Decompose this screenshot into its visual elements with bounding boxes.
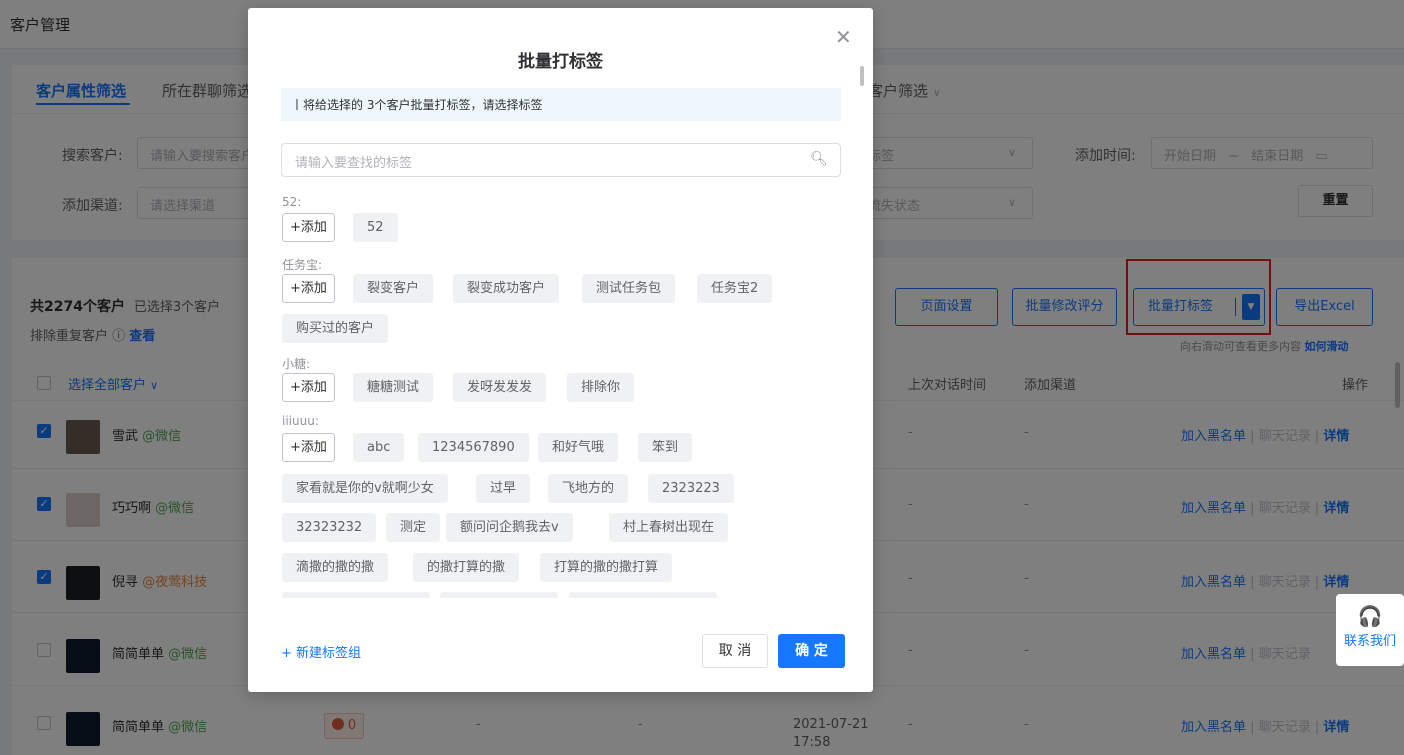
cancel-button[interactable]: 取 消	[702, 634, 768, 668]
tag-group-label: 任务宝:	[282, 258, 323, 272]
tag-chip[interactable]: 家看就是你的v就啊少女	[282, 474, 448, 503]
tag-chip[interactable]: 1234567890	[418, 433, 529, 462]
confirm-button[interactable]: 确 定	[778, 634, 845, 668]
batch-tag-dialog: 批量打标签 ✕ 丨将给选择的 3个客户批量打标签，请选择标签 请输入要查找的标签…	[248, 8, 873, 692]
tag-group-label: 小糖:	[282, 357, 311, 371]
tag-group-label: iiiuuu:	[282, 414, 319, 428]
tag-search-input[interactable]: 请输入要查找的标签	[281, 143, 841, 177]
tag-chip[interactable]: 排除你	[567, 373, 635, 402]
tag-chip[interactable]: 的撒打算的撒	[413, 553, 520, 582]
add-tag-button[interactable]: +添加	[282, 373, 335, 402]
tag-group-label: 52:	[282, 195, 302, 209]
tag-chip[interactable]: 滴撒的撒的撒	[282, 553, 389, 582]
tag-chip[interactable]: 发呀发发发	[453, 373, 547, 402]
dialog-scrollbar[interactable]	[860, 66, 864, 86]
tag-chip[interactable]: 52	[353, 213, 398, 242]
add-tag-button[interactable]: +添加	[282, 274, 335, 303]
tag-chip[interactable]: 裂变客户	[353, 274, 434, 303]
search-icon: 🔍︎	[810, 151, 828, 167]
tag-chip[interactable]: 测试任务包	[582, 274, 676, 303]
tag-chip[interactable]: 过早	[476, 474, 531, 503]
notice-bar: 丨将给选择的 3个客户批量打标签，请选择标签	[281, 88, 841, 121]
tag-chip[interactable]: 笨到	[638, 433, 693, 462]
tag-chip[interactable]: 村上春树出现在	[609, 513, 729, 542]
tag-chip[interactable]: 额问问企鹅我去v	[446, 513, 573, 542]
dialog-title: 批量打标签	[518, 52, 603, 72]
contact-us-label: 联系我们	[1343, 634, 1396, 649]
add-tag-button[interactable]: +添加	[282, 213, 335, 242]
new-tag-group-link[interactable]: + 新建标签组	[281, 642, 361, 661]
contact-us-button[interactable]: 🎧 联系我们	[1336, 594, 1404, 666]
headset-icon: 🎧	[1357, 604, 1383, 628]
tag-chip[interactable]: 飞地方的	[548, 474, 629, 503]
close-icon[interactable]: ✕	[835, 25, 852, 49]
tag-chip[interactable]: 和好气哦	[538, 433, 619, 462]
tag-chip[interactable]: 测定	[386, 513, 441, 542]
tag-chip[interactable]: 2323223	[648, 474, 734, 503]
tag-chip[interactable]: 打算的撒的撒打算	[540, 553, 673, 582]
tag-chip[interactable]: 购买过的客户	[282, 314, 389, 343]
scroll-mask	[248, 598, 873, 610]
tag-chip[interactable]: 任务宝2	[697, 274, 773, 303]
tag-chip[interactable]: 32323232	[282, 513, 377, 542]
tag-chip[interactable]: 裂变成功客户	[453, 274, 560, 303]
tag-chip[interactable]: 糖糖测试	[353, 373, 434, 402]
add-tag-button[interactable]: +添加	[282, 433, 335, 462]
tag-chip[interactable]: abc	[353, 433, 405, 462]
